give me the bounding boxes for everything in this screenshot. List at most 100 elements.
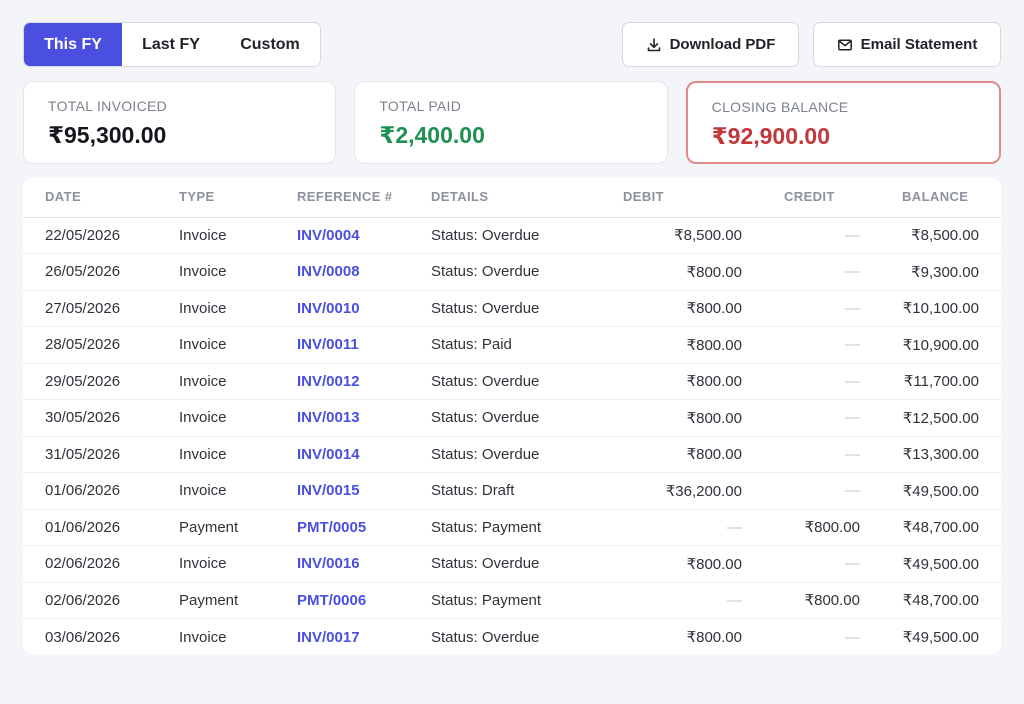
cell-type: Invoice [179,545,297,583]
cell-date-text: 02/06/2026 [45,591,121,609]
cell-reference: PMT/0006 [297,582,431,619]
cell-reference-text[interactable]: INV/0014 [297,446,360,463]
cell-type-text: Invoice [179,372,227,390]
cell-details: Status: Overdue [431,399,581,437]
email-statement-button[interactable]: Email Statement [813,22,1001,67]
total-paid-card: TOTAL PAID ₹2,400.00 [354,81,668,164]
table-row: 29/05/2026 Invoice INV/0012 Status: Overdue… [23,363,1001,400]
tab-custom[interactable]: Custom [220,23,320,66]
cell-debit: — [581,509,742,546]
cell-debit-text: — [727,591,742,609]
cell-type: Invoice [179,363,297,400]
table-row: 01/06/2026 Payment PMT/0005 Status: Payment… [23,509,1001,546]
cell-type: Invoice [179,217,297,254]
cell-reference-text[interactable]: INV/0010 [297,300,360,317]
cell-date: 22/05/2026 [23,217,179,254]
cell-details-text: Status: Overdue [431,226,540,244]
cell-type-text: Invoice [179,299,227,317]
total-invoiced-card: TOTAL INVOICED ₹95,300.00 [23,81,337,164]
tab-last-fy[interactable]: Last FY [122,23,220,66]
cell-details: Status: Payment [431,509,581,546]
table-row: 01/06/2026 Invoice INV/0015 Status: Draft ₹3… [23,472,1001,510]
cell-date: 01/06/2026 [23,472,179,510]
cell-balance-text: ₹9,300.00 [911,263,979,281]
cell-balance: ₹49,500.00 [860,472,1001,510]
cell-reference-text[interactable]: PMT/0006 [297,592,366,609]
cell-reference: PMT/0005 [297,509,431,546]
statement-table: DATE TYPE REFERENCE # DETAILS DEBIT CRED… [23,177,1001,655]
cell-reference-text[interactable]: INV/0008 [297,263,360,280]
cell-credit-text: — [845,628,860,646]
cell-debit: ₹36,200.00 [581,472,742,510]
header-credit: CREDIT [742,177,860,218]
cell-type: Invoice [179,290,297,327]
table-row: 28/05/2026 Invoice INV/0011 Status: Paid ₹80… [23,326,1001,364]
cell-balance: ₹49,500.00 [860,619,1001,656]
cell-details: Status: Overdue [431,217,581,254]
cell-balance-text: ₹49,500.00 [902,482,979,500]
table-row: 22/05/2026 Invoice INV/0004 Status: Overdue… [23,217,1001,254]
table-row: 02/06/2026 Invoice INV/0016 Status: Overdue… [23,545,1001,583]
cell-type: Payment [179,582,297,619]
cell-reference: INV/0017 [297,619,431,656]
cell-details-text: Status: Paid [431,336,512,354]
cell-reference-text[interactable]: INV/0015 [297,482,360,499]
cell-type-text: Invoice [179,445,227,463]
cell-debit-text: ₹36,200.00 [665,482,742,500]
cell-reference-text[interactable]: INV/0017 [297,629,360,646]
cell-reference: INV/0014 [297,436,431,473]
cell-reference: INV/0008 [297,253,431,291]
cell-balance: ₹48,700.00 [860,582,1001,619]
cell-date: 02/06/2026 [23,582,179,619]
table-header-row: DATE TYPE REFERENCE # DETAILS DEBIT CRED… [23,177,1001,218]
closing-balance-label: CLOSING BALANCE [711,99,849,115]
cell-credit: — [742,290,860,327]
cell-type: Invoice [179,436,297,473]
cell-debit: ₹800.00 [581,363,742,400]
cell-details-text: Status: Overdue [431,299,540,317]
cell-type-text: Invoice [179,628,227,646]
cell-reference-text[interactable]: INV/0011 [297,336,359,353]
cell-balance-text: ₹48,700.00 [902,519,979,537]
cell-credit-text: ₹800.00 [804,592,860,610]
cell-details-text: Status: Overdue [431,263,540,281]
total-paid-label: TOTAL PAID [379,98,462,114]
download-pdf-button[interactable]: Download PDF [622,22,799,67]
cell-credit: ₹800.00 [742,509,860,546]
header-debit: DEBIT [581,177,742,218]
cell-date-text: 22/05/2026 [45,226,121,244]
cell-reference-text[interactable]: PMT/0005 [297,519,366,536]
cell-date: 27/05/2026 [23,290,179,327]
cell-balance: ₹11,700.00 [860,363,1001,400]
cell-balance: ₹10,900.00 [860,326,1001,364]
cell-reference-text[interactable]: INV/0004 [297,227,360,244]
cell-date-text: 02/06/2026 [45,555,121,573]
cell-balance-text: ₹10,100.00 [902,300,979,318]
cell-credit: — [742,326,860,364]
cell-type-text: Invoice [179,409,227,427]
tab-this-fy[interactable]: This FY [24,23,122,66]
cell-date-text: 01/06/2026 [45,482,121,500]
cell-credit: — [742,217,860,254]
cell-credit-text: — [845,409,860,427]
cell-type-text: Invoice [179,482,227,500]
cell-type: Invoice [179,399,297,437]
header-type: TYPE [179,177,297,218]
cell-debit: ₹800.00 [581,436,742,473]
total-invoiced-value: ₹95,300.00 [48,122,167,148]
cell-details: Status: Overdue [431,253,581,291]
cell-balance: ₹48,700.00 [860,509,1001,546]
cell-reference-text[interactable]: INV/0016 [297,555,360,572]
cell-reference-text[interactable]: INV/0012 [297,373,360,390]
cell-reference: INV/0016 [297,545,431,583]
cell-debit-text: ₹800.00 [686,409,742,427]
cell-reference-text[interactable]: INV/0013 [297,409,360,426]
toolbar: This FY Last FY Custom Download PDF Emai… [23,22,1001,67]
cell-debit-text: ₹800.00 [686,373,742,391]
cell-date: 30/05/2026 [23,399,179,437]
summary-cards: TOTAL INVOICED ₹95,300.00 TOTAL PAID ₹2,… [23,81,1001,164]
cell-reference: INV/0015 [297,472,431,510]
cell-reference: INV/0013 [297,399,431,437]
cell-credit-text: — [845,336,860,354]
cell-date: 02/06/2026 [23,545,179,583]
